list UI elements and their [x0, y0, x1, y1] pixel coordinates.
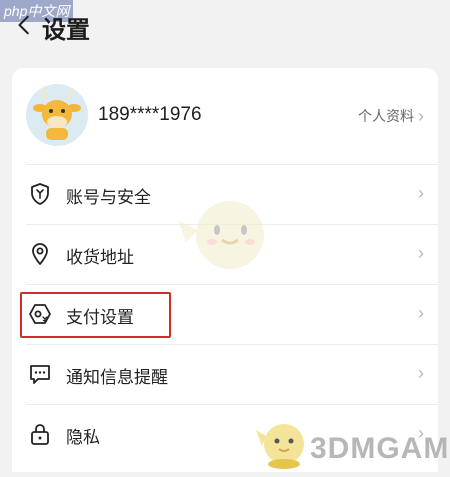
page-title: 设置 [42, 17, 90, 44]
profile-phone: 189****1976 [98, 104, 202, 125]
menu-item-label: 通知信息提醒 [66, 368, 168, 387]
profile-link-label: 个人资料 [358, 108, 414, 124]
chevron-right-icon: › [418, 363, 424, 383]
top-bar: php中文网 设置 [0, 0, 450, 52]
menu-item-label: 支付设置 [66, 308, 134, 327]
menu-item-label: 账号与安全 [66, 188, 151, 207]
menu-item-payment-settings[interactable]: 支付设置 › [12, 284, 438, 344]
location-pin-icon [28, 242, 52, 266]
menu-item-label: 隐私 [66, 428, 100, 447]
payment-settings-icon [28, 302, 52, 326]
divider [26, 344, 438, 345]
watermark-text: 3DMGAME [310, 432, 450, 465]
profile-row[interactable]: 189****1976 个人资料 › [12, 68, 438, 164]
menu-item-label: 收货地址 [66, 248, 134, 267]
chevron-right-icon: › [418, 183, 424, 203]
divider [26, 404, 438, 405]
divider [26, 284, 438, 285]
lock-icon [28, 422, 52, 446]
mascot-watermark-icon [172, 190, 282, 280]
profile-link[interactable]: 个人资料 › [358, 106, 424, 126]
chevron-right-icon: › [418, 106, 424, 126]
message-icon [28, 362, 52, 386]
back-arrow-icon[interactable] [14, 14, 36, 36]
avatar [26, 84, 88, 146]
shield-icon [28, 182, 52, 206]
chevron-right-icon: › [418, 243, 424, 263]
divider [26, 164, 438, 165]
chevron-right-icon: › [418, 303, 424, 323]
menu-item-notifications[interactable]: 通知信息提醒 › [12, 344, 438, 404]
